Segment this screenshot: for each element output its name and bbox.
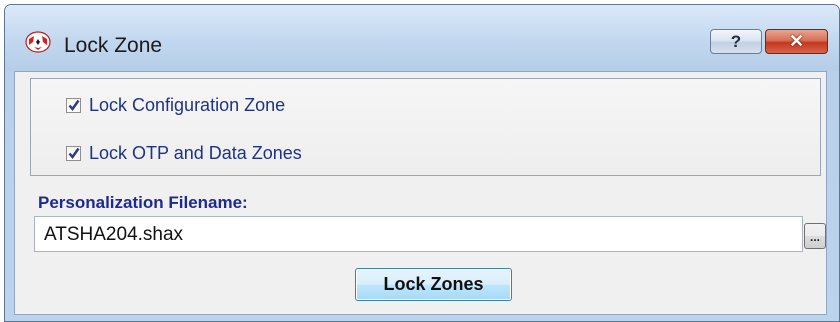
browse-button[interactable]: ... [804,223,826,249]
lock-configuration-zone-option[interactable]: Lock Configuration Zone [66,93,285,117]
lock-zone-app-icon [25,31,51,53]
dialog-content: Lock Configuration Zone Lock OTP and Dat… [14,71,827,315]
personalization-filename-label: Personalization Filename: [38,193,248,212]
close-icon: ✕ [788,31,805,51]
title-bar[interactable]: Lock Zone ? ✕ [5,5,839,71]
lock-otp-data-zones-label: Lock OTP and Data Zones [89,142,302,163]
checkmark-icon [68,99,80,111]
window-title: Lock Zone [64,34,163,57]
personalization-filename-input[interactable] [34,216,803,252]
zone-options-group: Lock Configuration Zone Lock OTP and Dat… [30,78,821,176]
lock-configuration-zone-label: Lock Configuration Zone [89,94,286,115]
help-icon: ? [730,32,742,51]
lock-configuration-zone-checkbox[interactable] [66,97,81,113]
lock-zones-button[interactable]: Lock Zones [355,268,512,301]
close-button[interactable]: ✕ [765,29,828,54]
lock-zone-dialog: Lock Zone ? ✕ Lock Configuration Zone Lo… [4,4,840,322]
lock-otp-data-zones-option[interactable]: Lock OTP and Data Zones [66,141,302,165]
checkmark-icon [68,147,80,159]
lock-otp-data-zones-checkbox[interactable] [66,145,81,161]
help-button[interactable]: ? [710,29,762,54]
